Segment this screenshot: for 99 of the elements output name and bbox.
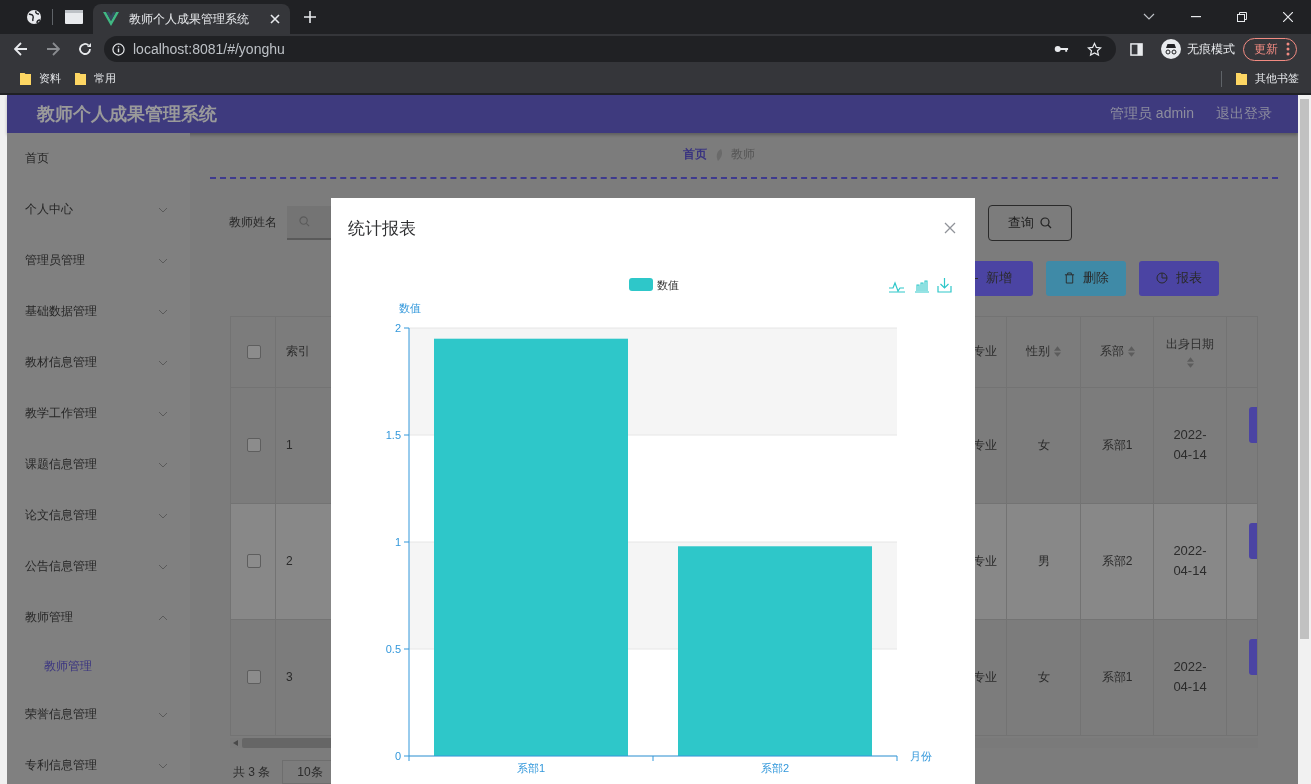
sort-icon[interactable] — [1186, 356, 1194, 368]
table-cell: 系部2 — [1101, 552, 1133, 570]
y-tick-label: 1.5 — [385, 429, 401, 441]
x-axis-title: 月份 — [910, 750, 932, 762]
x-tick-label: 系部2 — [760, 762, 790, 774]
globe-icon[interactable] — [26, 9, 42, 25]
search-icon — [1040, 216, 1052, 229]
action-button[interactable]: 删除 — [1046, 260, 1126, 296]
legend-label[interactable]: 数值 — [657, 279, 679, 291]
column-header: 索引 — [286, 343, 310, 361]
table-cell-text: 2022-04-14 — [1172, 658, 1208, 697]
forward-icon[interactable] — [46, 42, 60, 56]
restore-icon[interactable] — [1237, 12, 1247, 22]
folder-icon — [75, 72, 86, 85]
row-action-button[interactable] — [1249, 407, 1257, 444]
v-logo-icon — [103, 12, 119, 26]
scroll-left-icon[interactable] — [233, 739, 238, 746]
table-cell: 专业 — [973, 436, 997, 454]
logout-link[interactable]: 退出登录 — [1216, 105, 1272, 123]
sidebar-item[interactable]: 个人中心 — [7, 184, 190, 235]
field-label: 教师姓名 — [229, 214, 277, 232]
checkbox[interactable] — [247, 438, 261, 453]
sidebar-item[interactable]: 课题信息管理 — [7, 439, 190, 490]
download-icon[interactable] — [937, 277, 952, 293]
table-cell: 女 — [1037, 668, 1050, 686]
column-header: 出身日期 — [1166, 335, 1214, 353]
sort-icon[interactable] — [1127, 346, 1135, 358]
sidebar-subitem[interactable]: 教师管理 — [7, 643, 190, 689]
table-cell: 专业 — [973, 668, 997, 686]
y-tick-label: 0.5 — [385, 643, 401, 655]
table-cell: 3 — [286, 670, 293, 685]
y-tick-label: 2 — [394, 322, 401, 334]
chevron-down-icon[interactable] — [1143, 13, 1155, 21]
breadcrumb-item[interactable]: 首页 — [683, 146, 707, 164]
folder-icon — [20, 72, 31, 85]
sidebar-item[interactable]: 首页 — [7, 133, 190, 184]
incognito-icon — [1161, 39, 1181, 59]
key-icon[interactable] — [1054, 44, 1069, 54]
total-count: 共 3 条 — [233, 763, 271, 781]
minimize-icon[interactable] — [1191, 16, 1201, 18]
url-text: localhost:8081/#/yonghu — [133, 41, 285, 57]
sidebar-item[interactable]: 专利信息管理 — [7, 740, 190, 784]
table-cell: 2 — [286, 554, 293, 569]
address-bar[interactable]: localhost:8081/#/yonghu — [104, 36, 1116, 62]
sort-icon[interactable] — [1054, 346, 1061, 358]
sidebar-item[interactable]: 教材信息管理 — [7, 337, 190, 388]
column-header: 专业 — [973, 343, 997, 361]
bar-chart-icon[interactable] — [914, 280, 930, 293]
browser-tab[interactable]: 教师个人成果管理系统 — [93, 4, 290, 34]
checkbox[interactable] — [247, 344, 261, 359]
bookmark[interactable]: 常用 — [75, 71, 116, 86]
table-cell: 女 — [1037, 436, 1050, 454]
column-header: 性别 — [1026, 343, 1050, 361]
window-icon[interactable] — [65, 10, 83, 24]
trash-icon — [1063, 272, 1075, 285]
y-axis-title: 数值 — [399, 302, 421, 314]
table-cell-text: 2022-04-14 — [1172, 426, 1208, 465]
profile-chip[interactable]: 无痕模式 — [1161, 39, 1235, 59]
search-icon — [299, 216, 310, 228]
table-cell: 男 — [1037, 552, 1050, 570]
reload-icon[interactable] — [78, 42, 92, 56]
line-chart-icon[interactable] — [888, 281, 906, 293]
checkbox[interactable] — [247, 554, 261, 569]
column-header: 系部 — [1099, 343, 1124, 361]
sidebar-item[interactable]: 论文信息管理 — [7, 490, 190, 541]
star-icon[interactable] — [1087, 41, 1102, 57]
folder-icon — [1236, 72, 1247, 85]
pie-icon — [1156, 272, 1168, 285]
table-cell: 1 — [286, 438, 293, 453]
vertical-scrollbar[interactable] — [1298, 95, 1311, 784]
row-action-button[interactable] — [1249, 639, 1257, 676]
sidebar-item[interactable]: 基础数据管理 — [7, 286, 190, 337]
dialog-title: 统计报表 — [348, 217, 416, 240]
sidebar-item[interactable]: 荣誉信息管理 — [7, 689, 190, 740]
sidebar-item[interactable]: 管理员管理 — [7, 235, 190, 286]
y-tick-label: 0 — [394, 750, 401, 762]
bookmark[interactable]: 其他书签 — [1236, 71, 1299, 86]
table-cell: 专业 — [973, 552, 997, 570]
side-panel-icon[interactable] — [1130, 42, 1143, 56]
sidebar-item[interactable]: 公告信息管理 — [7, 541, 190, 592]
tab-title: 教师个人成果管理系统 — [129, 10, 250, 28]
row-action-button[interactable] — [1249, 523, 1257, 560]
back-icon[interactable] — [14, 42, 28, 56]
legend-swatch[interactable] — [629, 278, 653, 291]
table-cell-text: 2022-04-14 — [1172, 542, 1208, 581]
new-tab-icon[interactable] — [304, 11, 316, 23]
checkbox[interactable] — [247, 670, 261, 685]
y-tick-label: 1 — [394, 536, 401, 548]
bookmark[interactable]: 资料 — [20, 71, 61, 86]
table-cell: 系部1 — [1101, 668, 1133, 686]
more-icon[interactable] — [1286, 42, 1290, 56]
sidebar-item[interactable]: 教师管理 — [7, 592, 190, 643]
table-cell: 系部1 — [1101, 436, 1133, 454]
x-tick-label: 系部1 — [516, 762, 546, 774]
app-title: 教师个人成果管理系统 — [37, 103, 217, 126]
user-label: 管理员 admin — [1109, 105, 1194, 123]
query-button[interactable]: 查询 — [988, 204, 1072, 241]
sidebar-item[interactable]: 教学工作管理 — [7, 388, 190, 439]
info-icon — [112, 42, 125, 56]
